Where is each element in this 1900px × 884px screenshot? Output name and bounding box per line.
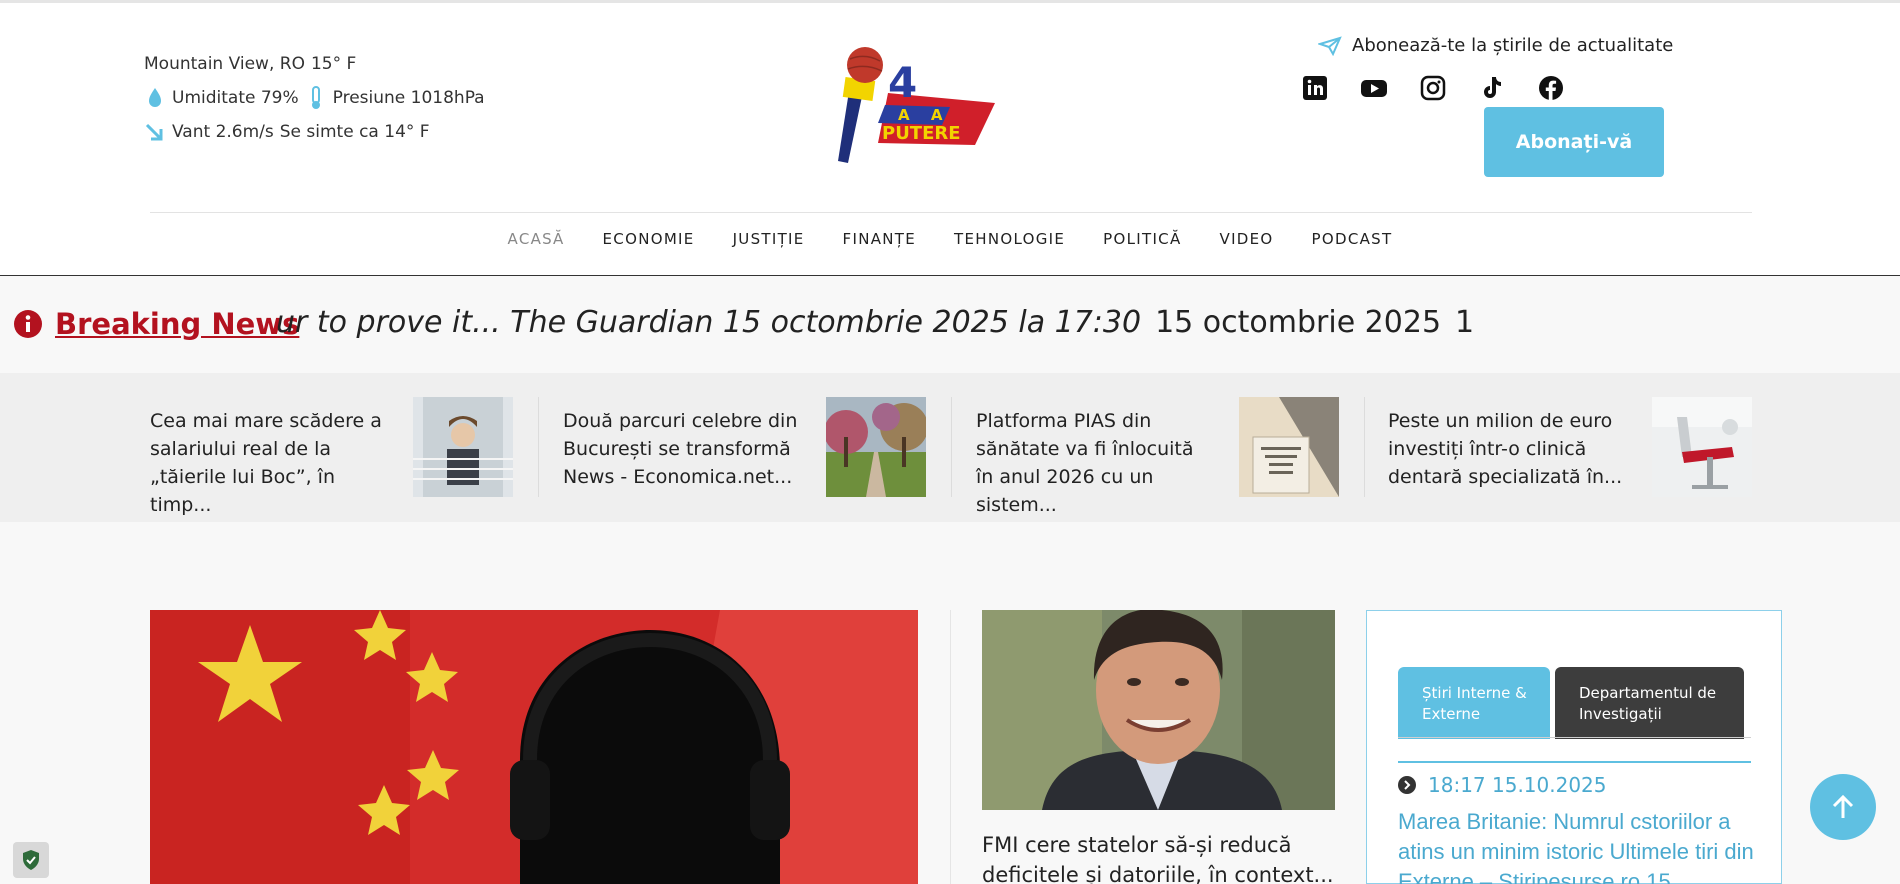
facebook-icon[interactable] — [1536, 73, 1566, 103]
weather-location: Mountain View, RO — [144, 54, 305, 74]
nav-divider — [150, 212, 1752, 213]
arrow-up-icon — [1832, 794, 1854, 818]
logo-word: PUTERE — [882, 123, 961, 144]
privacy-shield-button[interactable] — [13, 842, 49, 878]
strip-item-thumbnail — [1652, 397, 1752, 497]
info-icon — [14, 310, 42, 338]
tiktok-icon[interactable] — [1477, 73, 1507, 103]
breaking-news-bar: Breaking News ur to prove it... The Guar… — [0, 277, 1900, 373]
subscribe-text: Abonează-te la știrile de actualitate — [1352, 35, 1674, 56]
social-links — [1300, 73, 1595, 103]
strip-item[interactable]: Două parcuri celebre din București se tr… — [563, 397, 928, 497]
current-date: 15 octombrie 2025 — [1155, 305, 1442, 340]
paper-plane-icon — [1318, 35, 1342, 56]
strip-item-title: Platforma PIAS din sănătate va fi înlocu… — [976, 410, 1194, 516]
weather-widget: Mountain View, RO 15° F Umiditate 79% Pr… — [144, 47, 491, 149]
humidity-icon — [144, 85, 166, 111]
strip-separator — [538, 397, 539, 497]
strip-item[interactable]: Peste un milion de euro investiți într-o… — [1388, 397, 1752, 497]
sidebar-news: Știri Interne & Externe Departamentul de… — [1366, 610, 1782, 884]
linkedin-icon[interactable] — [1300, 73, 1330, 103]
tab-departamentul-investigatii[interactable]: Departamentul de Investigații — [1555, 667, 1744, 739]
strip-item-title: Peste un milion de euro investiți într-o… — [1388, 410, 1623, 488]
shield-check-icon — [23, 850, 39, 870]
sidebar-time: 18:17 15.10.2025 — [1428, 773, 1607, 797]
strip-separator — [1364, 397, 1365, 497]
scroll-to-top-button[interactable] — [1810, 774, 1876, 840]
strip-item-thumbnail — [824, 397, 928, 497]
nav-item-economie[interactable]: ECONOMIE — [603, 230, 695, 248]
weather-pressure: Presiune 1018hPa — [332, 88, 485, 108]
weather-temp: 15° F — [310, 54, 357, 74]
sidebar-meta: 18:17 15.10.2025 — [1398, 773, 1607, 797]
strip-item-title: Două parcuri celebre din București se tr… — [563, 410, 798, 488]
tab-stiri-interne-externe[interactable]: Știri Interne & Externe — [1398, 667, 1550, 739]
ticker-text: ur to prove it... The Guardian 15 octomb… — [276, 305, 1142, 340]
news-ticker[interactable]: ur to prove it... The Guardian 15 octomb… — [276, 305, 1476, 345]
breaking-news-label[interactable]: Breaking News — [55, 307, 299, 341]
main-nav: ACASĂ ECONOMIE JUSTIȚIE FINANȚE TEHNOLOG… — [0, 230, 1900, 248]
weather-humidity: Umiditate 79% — [172, 88, 299, 108]
strip-item-title: Cea mai mare scădere a salariului real d… — [150, 410, 382, 516]
strip-separator — [951, 397, 952, 497]
tab-active-line — [1398, 761, 1751, 763]
weather-wind: Vant 2.6m/s — [172, 122, 274, 142]
chevron-right-icon — [1398, 776, 1416, 794]
nav-item-acasa[interactable]: ACASĂ — [508, 230, 565, 248]
hero-image[interactable] — [150, 610, 918, 884]
nav-item-politica[interactable]: POLITICĂ — [1103, 230, 1181, 248]
site-logo[interactable]: 4 A A PUTERE — [830, 45, 1000, 165]
subscribe-newsletter-line[interactable]: Abonează-te la știrile de actualitate — [1318, 35, 1673, 56]
subscribe-button[interactable]: Abonați-vă — [1484, 107, 1664, 177]
nav-item-video[interactable]: VIDEO — [1220, 230, 1274, 248]
current-time: 18:17 — [1455, 305, 1476, 340]
news-strip: Cea mai mare scădere a salariului real d… — [0, 373, 1900, 522]
sidebar-headline[interactable]: Marea Britanie: Numrul cstoriilor a atin… — [1398, 807, 1768, 884]
nav-item-justitie[interactable]: JUSTIȚIE — [733, 230, 805, 248]
wind-arrow-icon — [144, 119, 166, 145]
column-separator — [950, 610, 951, 884]
logo-number: 4 — [888, 58, 917, 107]
tab-underline — [1398, 737, 1751, 738]
nav-item-podcast[interactable]: PODCAST — [1312, 230, 1393, 248]
article-title[interactable]: FMI cere statelor să-și reducă deficitel… — [982, 830, 1342, 884]
thermometer-icon — [305, 85, 327, 111]
nav-item-tehnologie[interactable]: TEHNOLOGIE — [954, 230, 1065, 248]
strip-item[interactable]: Platforma PIAS din sănătate va fi înlocu… — [976, 397, 1340, 516]
strip-item-thumbnail — [1239, 397, 1339, 497]
weather-feels: Se simte ca 14° F — [279, 122, 430, 142]
nav-item-finante[interactable]: FINANȚE — [843, 230, 917, 248]
youtube-icon[interactable] — [1359, 73, 1389, 103]
logo-letters: A A — [898, 106, 950, 124]
strip-item[interactable]: Cea mai mare scădere a salariului real d… — [150, 397, 514, 516]
article-image[interactable] — [982, 610, 1335, 810]
strip-item-thumbnail — [413, 397, 513, 497]
instagram-icon[interactable] — [1418, 73, 1448, 103]
page: Mountain View, RO 15° F Umiditate 79% Pr… — [0, 0, 1900, 884]
